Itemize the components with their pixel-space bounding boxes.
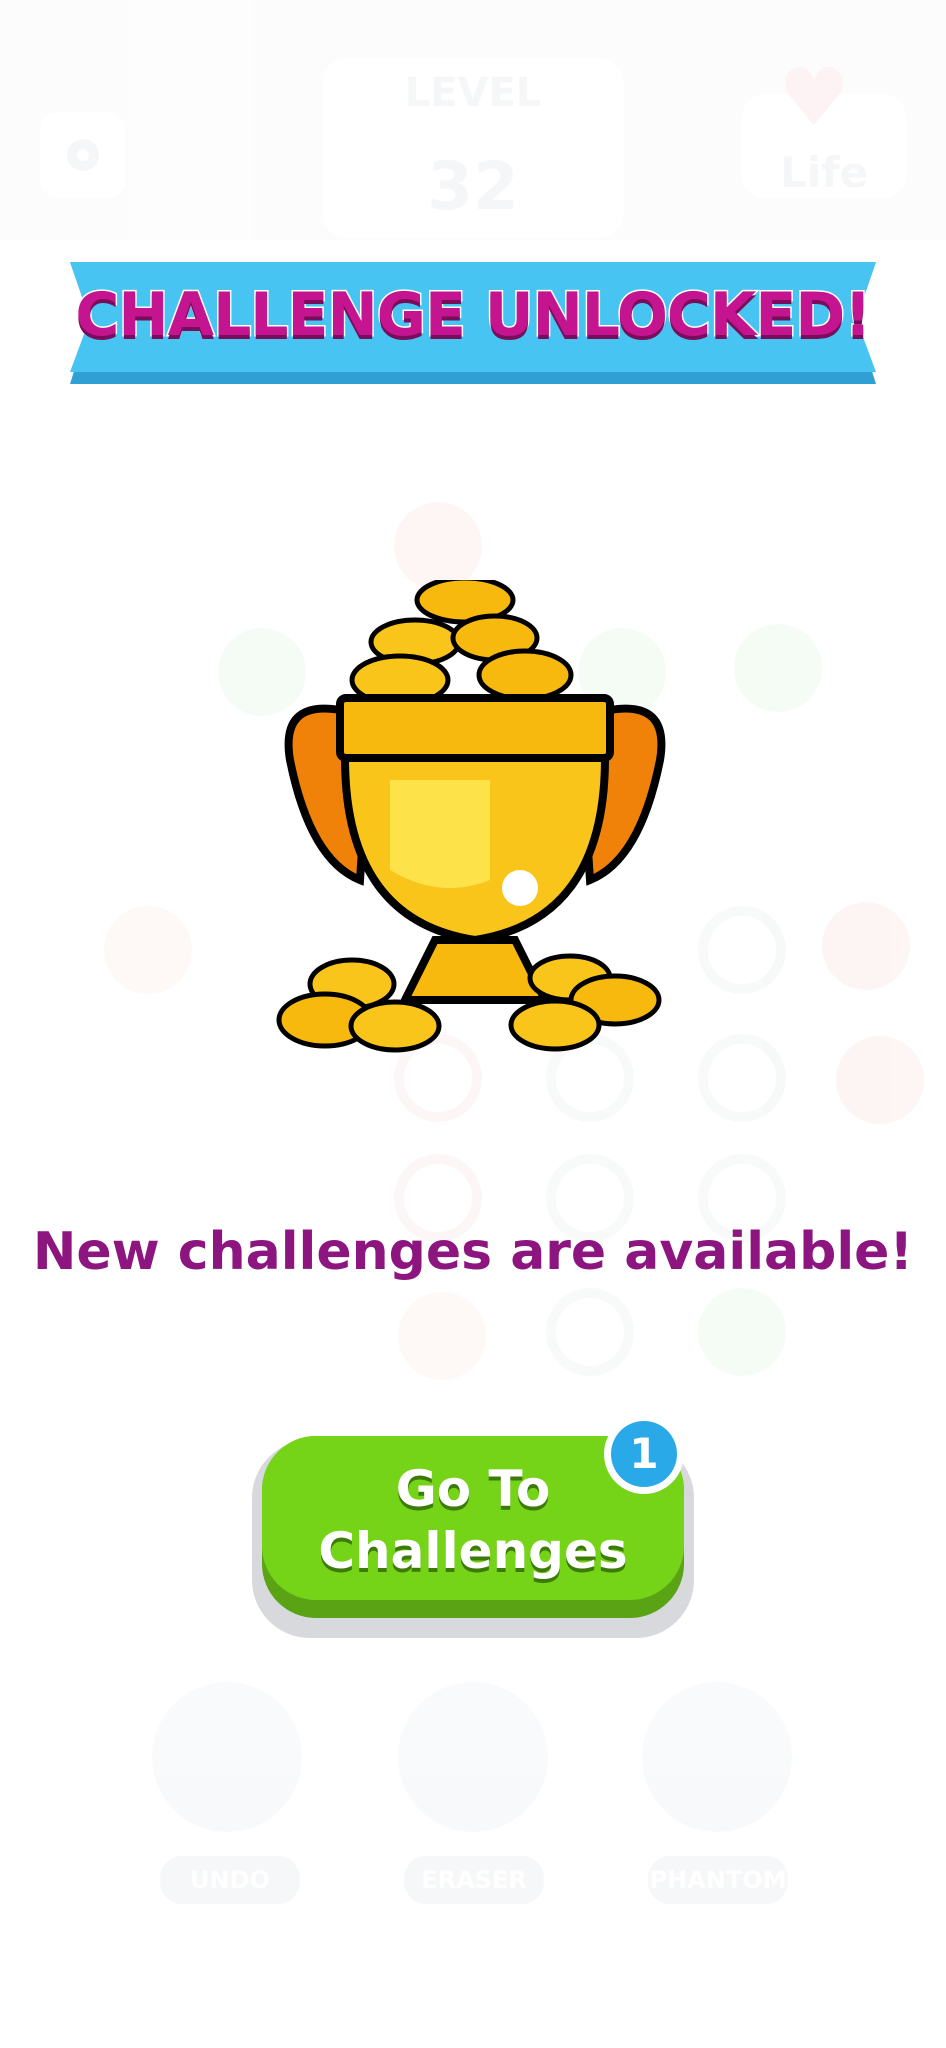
board-node: [104, 906, 192, 994]
undo-powerup: [152, 1682, 302, 1832]
board-node: [734, 624, 822, 712]
board-node: [822, 902, 910, 990]
board-node: [698, 1034, 786, 1122]
life-label: Life: [780, 148, 868, 197]
board-node: [398, 1292, 486, 1380]
phantom-powerup: [642, 1682, 792, 1832]
eraser-label: ERASER: [404, 1856, 544, 1904]
trophy-coins-icon: [276, 580, 666, 1053]
banner-title: CHALLENGE UNLOCKED!: [74, 279, 873, 352]
undo-label: UNDO: [160, 1856, 300, 1904]
notification-badge: 1: [604, 1414, 684, 1494]
gear-icon: [67, 139, 99, 171]
board-node: [698, 1288, 786, 1376]
badge-count: 1: [611, 1421, 677, 1487]
board-node: [836, 1036, 924, 1124]
board-node: [698, 906, 786, 994]
phantom-label: PHANTOM: [648, 1856, 788, 1904]
level-indicator: LEVEL 32: [322, 58, 624, 238]
settings-button: [40, 112, 126, 198]
board-node: [394, 502, 482, 590]
level-label: LEVEL: [404, 70, 542, 116]
eraser-powerup: [398, 1682, 548, 1832]
board-node: [546, 1288, 634, 1376]
new-challenges-message: New challenges are available!: [32, 1222, 914, 1282]
level-number: 32: [427, 148, 519, 225]
heart-icon: ♥: [778, 51, 850, 144]
